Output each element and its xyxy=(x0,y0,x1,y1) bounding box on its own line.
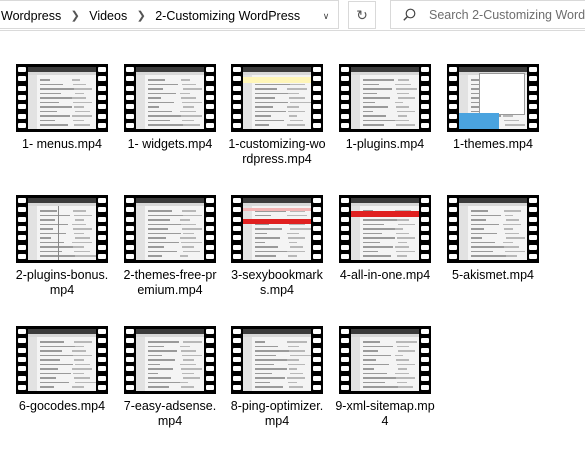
video-frame-preview xyxy=(351,329,419,391)
video-frame-preview xyxy=(28,329,96,391)
file-name-label: 4-all-in-one.mp4 xyxy=(339,268,431,282)
file-item[interactable]: 1-customizing-wordpress.mp4 xyxy=(222,64,332,167)
address-dropdown-button[interactable]: ∨ xyxy=(317,7,335,25)
film-strip-holes xyxy=(206,326,214,394)
film-strip-holes xyxy=(18,64,26,132)
chevron-down-icon: ∨ xyxy=(322,10,330,21)
video-thumbnail[interactable] xyxy=(339,195,431,263)
file-item[interactable]: 2-themes-free-premium.mp4 xyxy=(115,195,225,298)
film-strip-holes xyxy=(313,64,321,132)
file-item[interactable]: 1- widgets.mp4 xyxy=(115,64,225,152)
file-item[interactable]: 1- menus.mp4 xyxy=(7,64,117,152)
file-item[interactable]: 1-themes.mp4 xyxy=(438,64,548,152)
film-strip-holes xyxy=(233,195,241,263)
file-name-label: 1- widgets.mp4 xyxy=(127,137,213,151)
video-thumbnail[interactable] xyxy=(339,326,431,394)
refresh-icon: ↻ xyxy=(356,6,368,23)
video-thumbnail[interactable] xyxy=(231,195,323,263)
file-item[interactable]: 3-sexybookmarks.mp4 xyxy=(222,195,332,298)
breadcrumb-item-current-folder[interactable]: 2-Customizing WordPress xyxy=(152,9,303,23)
film-strip-holes xyxy=(529,195,537,263)
video-frame-preview xyxy=(243,198,311,260)
video-frame-preview xyxy=(351,67,419,129)
film-strip-holes xyxy=(206,64,214,132)
film-strip-holes xyxy=(233,64,241,132)
film-strip-holes xyxy=(529,64,537,132)
refresh-button[interactable]: ↻ xyxy=(348,1,376,29)
file-name-label: 8-ping-optimizer.mp4 xyxy=(230,399,324,428)
video-thumbnail[interactable] xyxy=(231,326,323,394)
film-strip-holes xyxy=(98,195,106,263)
file-grid: 1- menus.mp4 1- widgets.mp4 1-customizing-… xyxy=(0,30,585,450)
film-strip-holes xyxy=(98,64,106,132)
video-thumbnail[interactable] xyxy=(447,195,539,263)
film-strip-holes xyxy=(233,326,241,394)
video-thumbnail[interactable] xyxy=(16,195,108,263)
video-frame-preview xyxy=(243,67,311,129)
video-thumbnail[interactable] xyxy=(16,326,108,394)
file-name-label: 7-easy-adsense.mp4 xyxy=(123,399,217,428)
address-bar: Wordpress ❯ Videos ❯ 2-Customizing WordP… xyxy=(0,0,585,31)
film-strip-holes xyxy=(18,195,26,263)
breadcrumb-separator-icon[interactable]: ❯ xyxy=(130,9,152,22)
video-frame-preview xyxy=(28,67,96,129)
file-name-label: 1- menus.mp4 xyxy=(22,137,102,151)
video-frame-preview xyxy=(459,67,527,129)
film-strip-holes xyxy=(126,64,134,132)
breadcrumb-item-wordpress[interactable]: Wordpress xyxy=(0,9,64,23)
file-name-label: 6-gocodes.mp4 xyxy=(18,399,106,413)
search-input[interactable] xyxy=(429,1,585,28)
film-strip-holes xyxy=(449,64,457,132)
file-name-label: 2-plugins-bonus.mp4 xyxy=(15,268,109,297)
film-strip-holes xyxy=(126,326,134,394)
file-item[interactable]: 6-gocodes.mp4 xyxy=(7,326,117,414)
film-strip-holes xyxy=(206,195,214,263)
file-name-label: 1-plugins.mp4 xyxy=(345,137,425,151)
video-thumbnail[interactable] xyxy=(124,195,216,263)
video-frame-preview xyxy=(243,329,311,391)
breadcrumb-item-videos[interactable]: Videos xyxy=(86,9,130,23)
file-name-label: 1-themes.mp4 xyxy=(453,137,533,151)
film-strip-holes xyxy=(126,195,134,263)
film-strip-holes xyxy=(341,326,349,394)
film-strip-holes xyxy=(421,64,429,132)
video-thumbnail[interactable] xyxy=(124,326,216,394)
video-thumbnail[interactable] xyxy=(339,64,431,132)
breadcrumb[interactable]: Wordpress ❯ Videos ❯ 2-Customizing WordP… xyxy=(0,0,339,29)
video-thumbnail[interactable] xyxy=(16,64,108,132)
film-strip-holes xyxy=(421,195,429,263)
search-icon xyxy=(403,8,416,21)
file-name-label: 3-sexybookmarks.mp4 xyxy=(231,268,323,297)
file-item[interactable]: 2-plugins-bonus.mp4 xyxy=(7,195,117,298)
file-item[interactable]: 5-akismet.mp4 xyxy=(438,195,548,283)
file-item[interactable]: 8-ping-optimizer.mp4 xyxy=(222,326,332,429)
video-frame-preview xyxy=(28,198,96,260)
video-frame-preview xyxy=(351,198,419,260)
film-strip-holes xyxy=(18,326,26,394)
video-thumbnail[interactable] xyxy=(124,64,216,132)
video-frame-preview xyxy=(136,198,204,260)
video-thumbnail[interactable] xyxy=(231,64,323,132)
file-name-label: 9-xml-sitemap.mp4 xyxy=(335,399,435,428)
film-strip-holes xyxy=(341,195,349,263)
video-frame-preview xyxy=(136,329,204,391)
file-item[interactable]: 1-plugins.mp4 xyxy=(330,64,440,152)
file-item[interactable]: 9-xml-sitemap.mp4 xyxy=(330,326,440,429)
file-item[interactable]: 4-all-in-one.mp4 xyxy=(330,195,440,283)
film-strip-holes xyxy=(98,326,106,394)
film-strip-holes xyxy=(313,195,321,263)
film-strip-holes xyxy=(421,326,429,394)
breadcrumb-separator-icon[interactable]: ❯ xyxy=(64,9,86,22)
file-name-label: 1-customizing-wordpress.mp4 xyxy=(228,137,326,166)
file-name-label: 5-akismet.mp4 xyxy=(452,268,534,282)
file-item[interactable]: 7-easy-adsense.mp4 xyxy=(115,326,225,429)
video-frame-preview xyxy=(136,67,204,129)
film-strip-holes xyxy=(341,64,349,132)
file-name-label: 2-themes-free-premium.mp4 xyxy=(123,268,217,297)
video-thumbnail[interactable] xyxy=(447,64,539,132)
film-strip-holes xyxy=(449,195,457,263)
film-strip-holes xyxy=(313,326,321,394)
video-frame-preview xyxy=(459,198,527,260)
search-box[interactable] xyxy=(390,0,585,29)
